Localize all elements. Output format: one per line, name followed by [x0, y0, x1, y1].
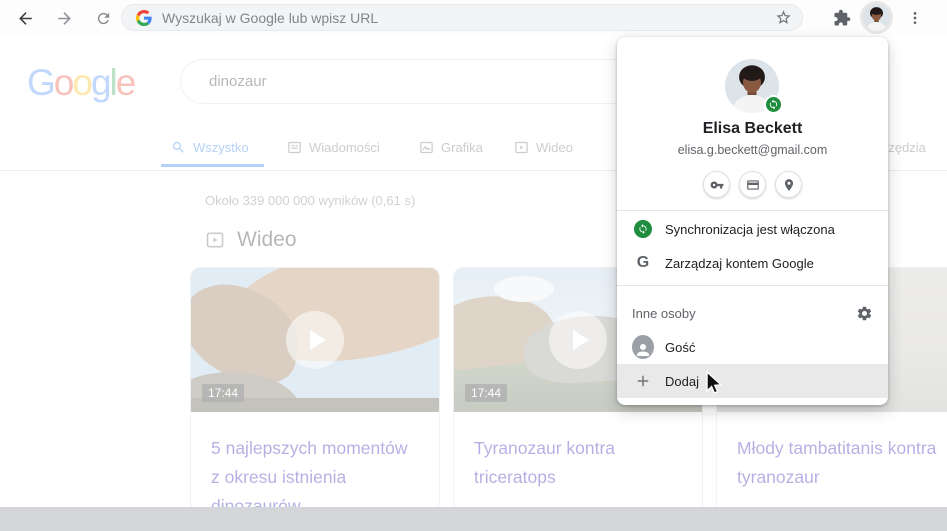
- menu-divider: [617, 210, 888, 211]
- browser-window: Wyszukaj w Google lub wpisz URL Google d…: [0, 0, 947, 531]
- videos-heading: Wideo: [237, 228, 297, 251]
- tab-narzedzia-partial[interactable]: rzędzia: [884, 137, 926, 157]
- bookmark-star-icon[interactable]: [775, 9, 792, 26]
- other-people-header: Inne osoby: [617, 296, 888, 330]
- tab-wszystko[interactable]: Wszystko: [171, 137, 249, 157]
- profile-shortcuts: [617, 171, 888, 198]
- videos-section-header: Wideo: [205, 228, 297, 252]
- video-title-link[interactable]: 5 najlepszych momentów z okresu istnieni…: [191, 412, 439, 511]
- other-people-label: Inne osoby: [632, 305, 696, 321]
- video-duration-badge: 17:44: [465, 384, 508, 402]
- guest-item[interactable]: Gość: [617, 330, 888, 364]
- sync-status-item[interactable]: Synchronizacja jest włączona: [617, 212, 888, 246]
- sync-badge-icon: [764, 95, 783, 114]
- video-duration-badge: 17:44: [202, 384, 245, 402]
- back-arrow-icon: [18, 11, 32, 25]
- payment-methods-button[interactable]: [739, 171, 766, 198]
- three-dot-menu-icon: [913, 12, 917, 24]
- logo-letter: g: [90, 62, 112, 103]
- guest-avatar-icon: [632, 335, 654, 359]
- avatar: [863, 4, 890, 31]
- video-icon: [515, 141, 528, 153]
- address-input[interactable]: Wyszukaj w Google lub wpisz URL: [162, 10, 775, 26]
- browser-toolbar: Wyszukaj w Google lub wpisz URL: [0, 0, 947, 35]
- search-query-text: dinozaur: [209, 73, 267, 90]
- play-button[interactable]: [286, 311, 344, 369]
- tab-wideo[interactable]: Wideo: [514, 137, 573, 157]
- profile-email: elisa.g.beckett@gmail.com: [677, 143, 828, 157]
- guest-label: Gość: [665, 339, 696, 355]
- tab-label: Wiadomości: [309, 139, 380, 155]
- video-card[interactable]: 17:44 5 najlepszych momentów z okresu is…: [190, 267, 440, 512]
- google-account-icon: G: [636, 254, 650, 271]
- sync-on-icon: [632, 220, 654, 238]
- refresh-button[interactable]: [92, 7, 114, 29]
- manage-account-label: Zarządzaj kontem Google: [665, 255, 814, 271]
- address-bar[interactable]: Wyszukaj w Google lub wpisz URL: [121, 4, 803, 31]
- profile-name: Elisa Beckett: [702, 120, 803, 137]
- add-label: Dodaj: [665, 373, 699, 389]
- tab-grafika[interactable]: Grafika: [419, 137, 483, 157]
- logo-letter: G: [27, 62, 56, 103]
- gear-icon: [857, 306, 872, 320]
- menu-divider: [617, 285, 888, 286]
- google-g-icon: [136, 9, 152, 26]
- logo-letter: o: [72, 62, 93, 103]
- search-icon: [172, 141, 184, 153]
- key-icon: [710, 181, 723, 188]
- tab-label: Wideo: [536, 139, 573, 155]
- tab-label: rzędzia: [884, 139, 926, 155]
- logo-letter: e: [115, 62, 137, 103]
- profile-avatar-button[interactable]: [860, 1, 893, 34]
- back-button[interactable]: [14, 7, 36, 29]
- addresses-button[interactable]: [775, 171, 802, 198]
- forward-button[interactable]: [53, 7, 75, 29]
- video-title-link[interactable]: Tyranozaur kontra triceratops: [454, 412, 702, 492]
- tab-label: Wszystko: [193, 139, 249, 155]
- play-button[interactable]: [549, 311, 607, 369]
- news-icon: [288, 141, 301, 153]
- image-icon: [420, 141, 433, 153]
- sync-status-label: Synchronizacja jest włączona: [665, 221, 835, 237]
- browser-menu-button[interactable]: [904, 7, 926, 29]
- puzzle-icon: [834, 9, 851, 26]
- profile-menu: Elisa Beckett elisa.g.beckett@gmail.com …: [617, 37, 888, 405]
- tab-label: Grafika: [441, 139, 483, 155]
- bottom-gray-strip: [0, 507, 947, 531]
- results-stats: Około 339 000 000 wyników (0,61 s): [205, 193, 416, 208]
- refresh-icon: [97, 12, 109, 24]
- mouse-cursor: [706, 370, 723, 394]
- manage-account-item[interactable]: G Zarządzaj kontem Google: [617, 246, 888, 280]
- extensions-icon[interactable]: [831, 7, 853, 29]
- video-thumbnail[interactable]: 17:44: [191, 268, 439, 412]
- passwords-button[interactable]: [703, 171, 730, 198]
- manage-people-button[interactable]: [856, 305, 873, 322]
- credit-card-icon: [746, 179, 759, 190]
- active-tab-underline: [161, 164, 264, 167]
- plus-icon: [632, 372, 654, 390]
- add-person-item[interactable]: Dodaj: [617, 364, 888, 398]
- forward-arrow-icon: [57, 11, 71, 25]
- video-section-icon: [206, 232, 224, 248]
- logo-letter: o: [53, 62, 75, 103]
- location-pin-icon: [784, 178, 793, 191]
- video-title-link[interactable]: Młody tambatitanis kontra tyranozaur: [717, 412, 947, 492]
- google-logo: Google: [27, 62, 137, 104]
- tab-wiadomosci[interactable]: Wiadomości: [287, 137, 380, 157]
